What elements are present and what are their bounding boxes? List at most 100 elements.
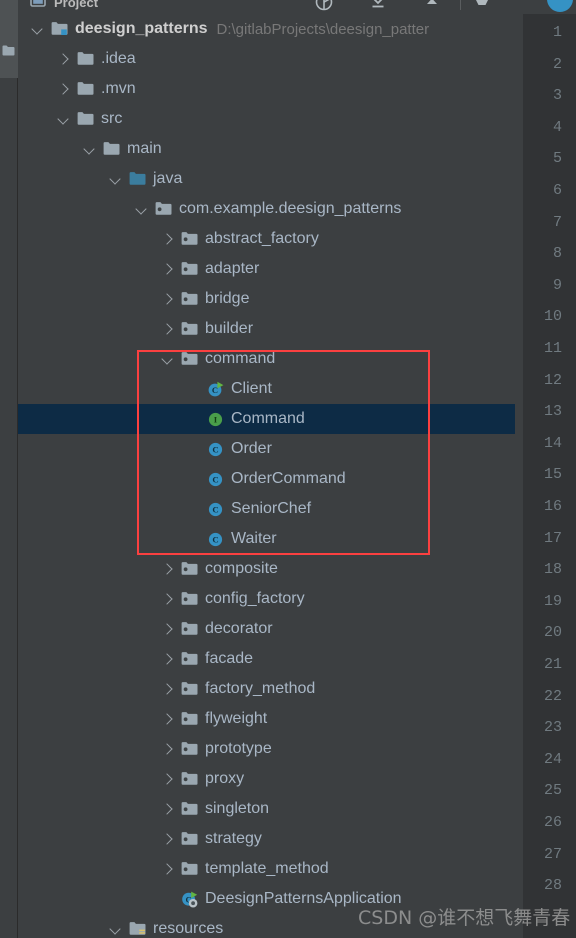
tree-scrollbar-track[interactable] [515, 14, 523, 938]
tree-row[interactable]: .mvn [18, 74, 515, 104]
tree-row[interactable]: facade [18, 644, 515, 674]
chevron-right-icon[interactable] [161, 833, 174, 846]
chevron-down-icon[interactable] [109, 173, 122, 186]
tree-row-label: flyweight [205, 710, 268, 727]
chevron-down-icon[interactable] [83, 143, 96, 156]
tree-row[interactable]: java [18, 164, 515, 194]
tree-row[interactable]: adapter [18, 254, 515, 284]
tree-row[interactable]: flyweight [18, 704, 515, 734]
tree-row[interactable]: I Command [18, 404, 515, 434]
folder-icon [77, 51, 94, 68]
chevron-right-icon[interactable] [57, 83, 70, 96]
tool-window-tab-project[interactable]: Project [0, 0, 18, 78]
tree-row-label: factory_method [205, 680, 316, 697]
spring-boot-app-icon: C [181, 891, 198, 908]
chevron-right-icon[interactable] [161, 863, 174, 876]
chevron-down-icon[interactable] [109, 923, 122, 936]
chevron-right-icon[interactable] [161, 263, 174, 276]
chevron-down-icon[interactable] [135, 203, 148, 216]
tree-row-label: deesign_patterns [75, 20, 208, 37]
tree-row[interactable]: proxy [18, 764, 515, 794]
chevron-right-icon[interactable] [161, 593, 174, 606]
line-number: 27 [543, 845, 562, 863]
tree-row-label: com.example.deesign_patterns [179, 200, 402, 217]
tree-row[interactable]: C Order [18, 434, 515, 464]
project-path-label: D:\gitlabProjects\deesign_patter [216, 20, 430, 38]
svg-text:I: I [214, 414, 218, 424]
tree-row[interactable]: .idea [18, 44, 515, 74]
tree-row-label: .mvn [101, 80, 136, 97]
hide-icon[interactable] [422, 0, 442, 12]
line-number: 10 [543, 308, 562, 326]
chevron-right-icon[interactable] [161, 803, 174, 816]
chevron-right-icon[interactable] [161, 293, 174, 306]
folder-icon [77, 111, 94, 128]
class-icon: C [207, 441, 224, 458]
tree-row[interactable]: bridge [18, 284, 515, 314]
tree-row[interactable]: C Waiter [18, 524, 515, 554]
locate-icon[interactable] [314, 0, 334, 12]
chevron-right-icon[interactable] [161, 563, 174, 576]
line-number: 2 [552, 55, 562, 73]
collapse-all-icon[interactable] [368, 0, 388, 12]
line-number: 12 [543, 371, 562, 389]
chevron-right-icon[interactable] [161, 323, 174, 336]
tree-row[interactable]: prototype [18, 734, 515, 764]
chevron-right-icon[interactable] [161, 233, 174, 246]
chevron-right-icon[interactable] [161, 683, 174, 696]
chevron-right-icon[interactable] [161, 623, 174, 636]
chevron-right-icon[interactable] [161, 653, 174, 666]
class-icon: C [207, 471, 224, 488]
chevron-right-icon[interactable] [161, 743, 174, 756]
tree-row[interactable]: com.example.deesign_patterns [18, 194, 515, 224]
tree-row[interactable]: C SeniorChef [18, 494, 515, 524]
chevron-right-icon[interactable] [161, 773, 174, 786]
line-number: 11 [543, 340, 562, 357]
package-icon [181, 351, 198, 368]
runnable-class-icon: C [207, 381, 224, 398]
tree-row-label: strategy [205, 830, 262, 847]
package-icon [181, 561, 198, 578]
tree-row[interactable]: C Client [18, 374, 515, 404]
tree-row[interactable]: deesign_patterns D:\gitlabProjects\deesig… [18, 14, 515, 44]
tree-row[interactable]: src [18, 104, 515, 134]
chevron-right-icon[interactable] [57, 53, 70, 66]
tree-row[interactable]: composite [18, 554, 515, 584]
avatar-circle-icon[interactable] [547, 0, 573, 12]
line-number: 20 [543, 624, 562, 642]
tree-row[interactable]: main [18, 134, 515, 164]
line-number: 15 [543, 466, 562, 484]
line-number: 5 [552, 150, 562, 168]
tree-row-label: OrderCommand [231, 470, 346, 487]
chevron-down-icon[interactable] [31, 23, 44, 36]
tree-row[interactable]: command [18, 344, 515, 374]
toolbar-title: Project [54, 0, 99, 10]
chevron-down-icon[interactable] [161, 353, 174, 366]
tree-row[interactable]: strategy [18, 824, 515, 854]
settings-icon[interactable] [470, 0, 494, 12]
tree-row[interactable]: singleton [18, 794, 515, 824]
line-number: 23 [543, 719, 562, 737]
chevron-down-icon[interactable] [57, 113, 70, 126]
tree-row-label: composite [205, 560, 278, 577]
tree-row[interactable]: abstract_factory [18, 224, 515, 254]
chevron-right-icon[interactable] [161, 713, 174, 726]
tree-row[interactable]: config_factory [18, 584, 515, 614]
project-tree[interactable]: deesign_patterns D:\gitlabProjects\deesig… [18, 14, 515, 938]
tree-row[interactable]: decorator [18, 614, 515, 644]
line-number: 6 [552, 182, 562, 199]
tree-row-label: bridge [205, 290, 250, 307]
interface-icon: I [207, 411, 224, 428]
tree-row-label: proxy [205, 770, 245, 787]
package-icon [181, 261, 198, 278]
ide-window: Project Project deesign_patte [0, 0, 576, 938]
tree-row[interactable]: C OrderCommand [18, 464, 515, 494]
tree-row[interactable]: template_method [18, 854, 515, 884]
tree-row[interactable]: builder [18, 314, 515, 344]
tree-row[interactable]: factory_method [18, 674, 515, 704]
folder-icon [77, 81, 94, 98]
class-icon: C [207, 501, 224, 518]
class-icon: C [207, 531, 224, 548]
